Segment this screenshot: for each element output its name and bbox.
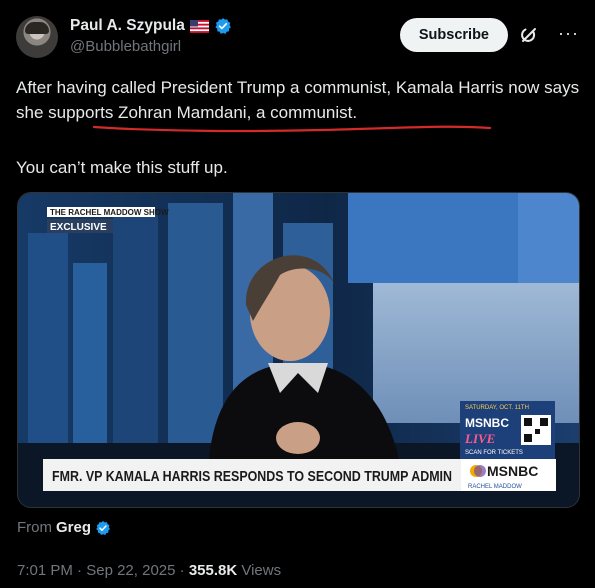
us-flag-icon xyxy=(189,19,209,33)
network-logo: MSNBC xyxy=(487,463,538,479)
verified-badge-icon[interactable] xyxy=(214,17,232,35)
promo-date: SATURDAY, OCT. 11TH xyxy=(465,405,529,411)
views-label: Views xyxy=(241,562,282,579)
chyron-text: FMR. VP KAMALA HARRIS RESPONDS TO SECOND… xyxy=(52,468,452,485)
promo-brand: MSNBC xyxy=(465,416,509,430)
network-sub: RACHEL MADDOW xyxy=(468,484,522,490)
post-header: Paul A. Szypula @Bubblebathgirl Subscrib… xyxy=(16,14,583,58)
promo-scan: SCAN FOR TICKETS xyxy=(465,450,523,456)
avatar[interactable] xyxy=(16,16,58,58)
exclusive-tag: EXCLUSIVE xyxy=(50,222,107,233)
show-logo: THE RACHEL MADDOW SHOW xyxy=(50,208,169,217)
post-text-second-paragraph: You can’t make this stuff up. xyxy=(16,158,228,177)
promo-live: LIVE xyxy=(464,431,496,446)
author-name-row[interactable]: Paul A. Szypula xyxy=(70,17,232,35)
post-text-before: After having called President Trump a co… xyxy=(16,78,580,97)
red-underline-annotation xyxy=(92,125,492,133)
meta-separator: · xyxy=(77,562,83,579)
source-attribution: From Greg xyxy=(17,519,111,536)
post-time[interactable]: 7:01 PM xyxy=(17,562,73,579)
source-prefix: From xyxy=(17,519,52,536)
author-handle[interactable]: @Bubblebathgirl xyxy=(70,38,181,55)
grok-icon[interactable] xyxy=(519,25,539,45)
post-meta: 7:01 PM · Sep 22, 2025 · 355.8K Views xyxy=(17,562,281,579)
source-name-link[interactable]: Greg xyxy=(56,519,91,536)
views-count: 355.8K xyxy=(188,562,238,579)
post-date[interactable]: Sep 22, 2025 xyxy=(86,562,175,579)
subscribe-button[interactable]: Subscribe xyxy=(399,18,508,52)
more-options-icon[interactable]: ··· xyxy=(558,23,579,44)
source-verified-icon xyxy=(95,520,111,536)
video-media[interactable]: THE RACHEL MADDOW SHOW EXCLUSIVE SATURDA… xyxy=(17,192,580,508)
meta-separator-2: · xyxy=(179,562,185,579)
author-display-name[interactable]: Paul A. Szypula xyxy=(70,17,185,35)
